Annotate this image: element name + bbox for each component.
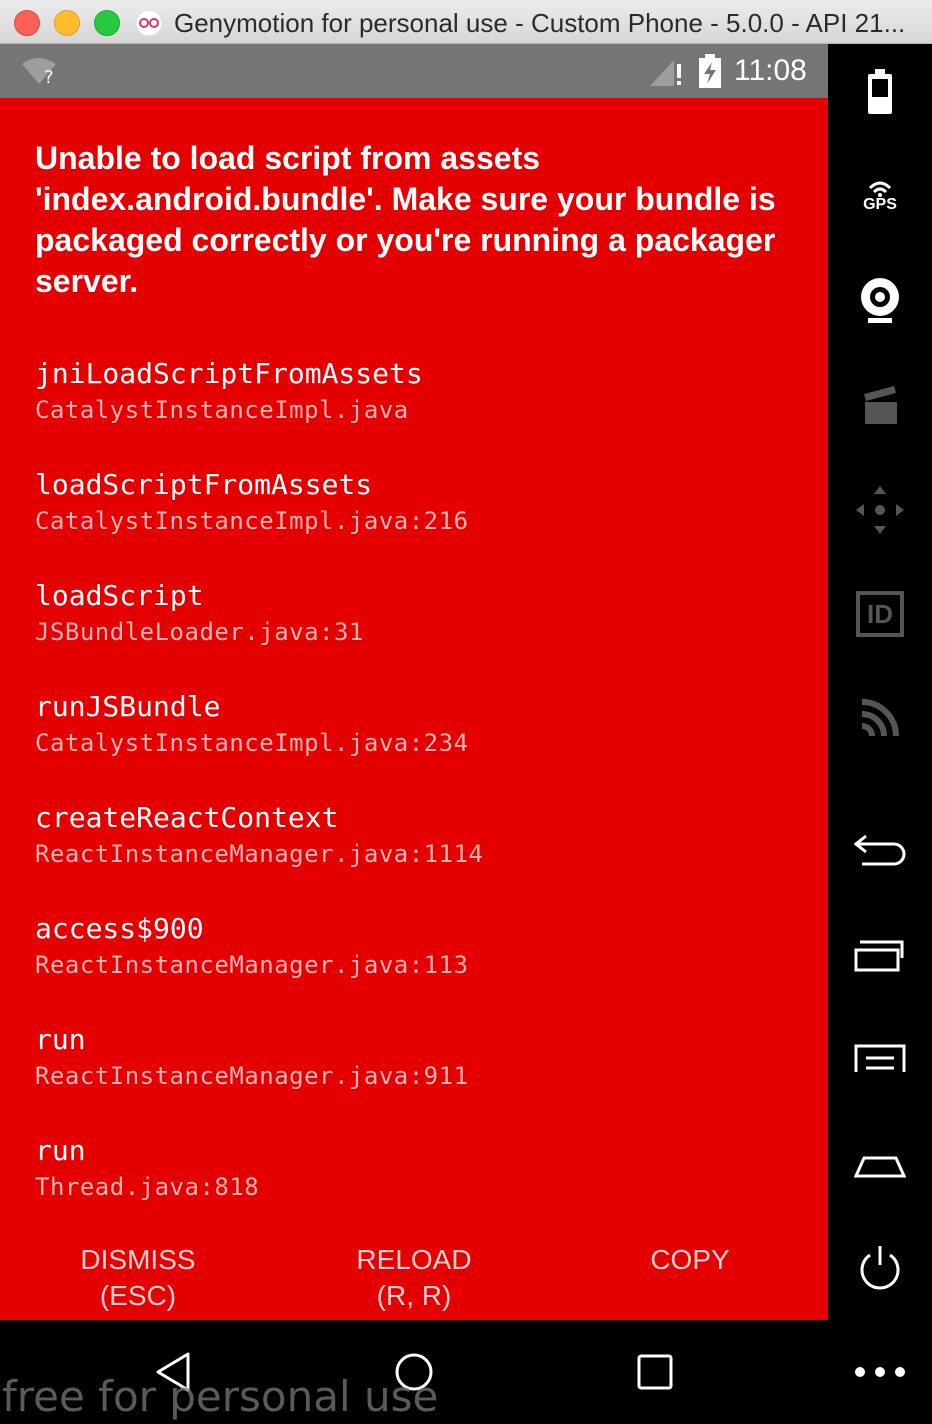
dpad-icon	[856, 486, 904, 534]
stack-frame-file: ReactInstanceManager.java:113	[35, 951, 469, 979]
camera-widget-button[interactable]	[852, 272, 908, 328]
stack-frame-file: ReactInstanceManager.java:1114	[35, 840, 484, 868]
window-minimize-button[interactable]	[54, 10, 80, 36]
stack-frame-method: loadScriptFromAssets	[35, 468, 373, 501]
stack-frame-method: run	[35, 1134, 86, 1167]
genymotion-logo-icon	[135, 9, 163, 37]
more-options-icon[interactable]	[854, 1348, 906, 1396]
dismiss-button-label: DISMISS	[80, 1244, 196, 1275]
stack-frame[interactable]: run ReactInstanceManager.java:911	[35, 1022, 469, 1092]
battery-icon	[868, 69, 892, 114]
window-close-button[interactable]	[14, 10, 40, 36]
home-icon	[854, 1156, 906, 1178]
rss-signal-icon	[861, 699, 899, 737]
stack-frame-file: ReactInstanceManager.java:911	[35, 1062, 469, 1090]
back-arrow-icon	[854, 834, 906, 866]
stack-frame-method: run	[35, 1023, 86, 1056]
wifi-unknown-icon: ?	[22, 58, 56, 86]
stack-frame[interactable]: loadScriptFromAssets CatalystInstanceImp…	[35, 467, 469, 537]
window-title: Genymotion for personal use - Custom Pho…	[174, 8, 906, 38]
menu-icon	[854, 1044, 906, 1072]
home-button[interactable]	[852, 1136, 908, 1192]
reload-button[interactable]: RELOAD (R, R)	[294, 1242, 534, 1314]
android-status-bar: ? 11:08	[0, 44, 828, 98]
window-title-bar: Genymotion for personal use - Custom Pho…	[0, 0, 932, 44]
stack-frame-file: CatalystInstanceImpl.java:216	[35, 507, 469, 535]
error-message: Unable to load script from assets 'index…	[35, 140, 776, 299]
stack-frame-file: Thread.java:818	[35, 1173, 260, 1201]
redbox-error-screen: Unable to load script from assets 'index…	[0, 98, 828, 1320]
stack-frame[interactable]: createReactContext ReactInstanceManager.…	[35, 800, 483, 870]
recent-apps-button[interactable]	[852, 928, 908, 984]
webcam-icon	[861, 278, 899, 323]
battery-charging-icon	[699, 54, 721, 88]
stack-frame[interactable]: access$900 ReactInstanceManager.java:113	[35, 911, 469, 981]
stack-frame[interactable]: runJSBundle CatalystInstanceImpl.java:23…	[35, 689, 469, 759]
stack-frame-method: loadScript	[35, 579, 204, 612]
reload-button-shortcut: (R, R)	[376, 1280, 452, 1311]
stack-frame-method: access$900	[35, 912, 204, 945]
svg-text:?: ?	[44, 67, 54, 86]
nav-recents-icon[interactable]	[631, 1348, 679, 1396]
stack-frame[interactable]: jniLoadScriptFromAssets CatalystInstance…	[35, 356, 423, 426]
clapperboard-icon	[864, 386, 897, 424]
stack-frame-file: JSBundleLoader.java:31	[35, 618, 364, 646]
stack-frame[interactable]: loadScript JSBundleLoader.java:31	[35, 578, 364, 648]
recent-apps-icon	[854, 940, 904, 972]
id-label: ID	[867, 599, 893, 629]
stack-frame-file: CatalystInstanceImpl.java	[35, 396, 409, 424]
power-icon	[860, 1246, 900, 1290]
genymotion-sidebar: GPS ID	[828, 44, 932, 1320]
copy-button[interactable]: COPY	[570, 1242, 810, 1278]
signal-icon	[650, 60, 681, 86]
dpad-widget-button[interactable]	[852, 482, 908, 538]
battery-widget-button[interactable]	[852, 64, 908, 120]
network-widget-button[interactable]	[852, 690, 908, 746]
power-button[interactable]	[852, 1240, 908, 1296]
back-button[interactable]	[852, 822, 908, 878]
stack-frame-method: createReactContext	[35, 801, 339, 834]
stack-frame-method: runJSBundle	[35, 690, 221, 723]
stack-frame[interactable]: run Thread.java:818	[35, 1133, 259, 1203]
reload-button-label: RELOAD	[356, 1244, 472, 1275]
status-clock: 11:08	[734, 54, 807, 87]
device-id-widget-button[interactable]: ID	[852, 586, 908, 642]
dismiss-button-shortcut: (ESC)	[99, 1280, 177, 1311]
stack-frame-method: jniLoadScriptFromAssets	[35, 357, 423, 390]
dismiss-button[interactable]: DISMISS (ESC)	[18, 1242, 258, 1314]
screencast-widget-button[interactable]	[852, 376, 908, 432]
android-nav-bar	[0, 1320, 932, 1424]
gps-widget-button[interactable]: GPS	[852, 168, 908, 224]
window-maximize-button[interactable]	[94, 10, 120, 36]
gps-label: GPS	[863, 196, 897, 213]
stack-frame-file: CatalystInstanceImpl.java:234	[35, 729, 469, 757]
menu-button[interactable]	[852, 1032, 908, 1088]
copy-button-label: COPY	[650, 1244, 730, 1275]
nav-home-icon[interactable]	[390, 1348, 438, 1396]
nav-back-icon[interactable]	[150, 1348, 198, 1396]
